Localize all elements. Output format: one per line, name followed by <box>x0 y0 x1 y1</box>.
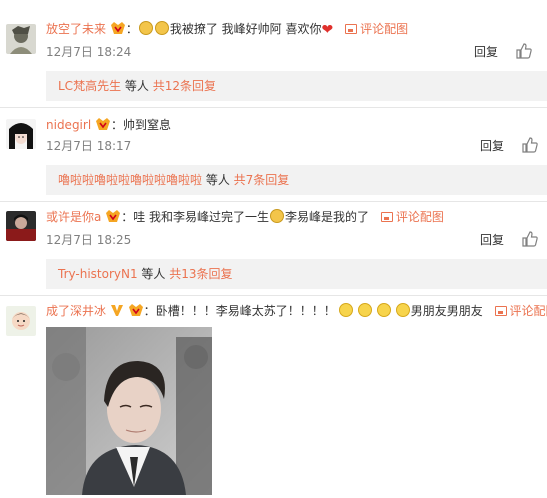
emoji-icon <box>154 21 169 35</box>
heart-icon: ❤ <box>321 22 334 38</box>
emoji-icon <box>338 303 353 317</box>
comment-photo[interactable] <box>46 327 212 495</box>
username[interactable]: 或许是你a <box>46 210 101 224</box>
comment-line: nidegirl ：帅到窒息 <box>46 116 171 136</box>
username[interactable]: 成了深井冰 <box>46 304 106 318</box>
thumb-up-icon[interactable] <box>516 43 532 59</box>
colon: ： <box>121 210 134 224</box>
emoji-icon <box>138 21 153 35</box>
avatar[interactable] <box>6 24 36 54</box>
comment-text: 帅到窒息 <box>123 118 172 132</box>
thumb-up-icon[interactable] <box>522 231 538 247</box>
comment-line: 或许是你a ：哇 我和李易峰过完了一生 李易峰是我的了 评论配图 <box>46 208 444 228</box>
comment-time: 12月7日 18:17 <box>46 139 132 153</box>
comment-text: 哇 我和李易峰过完了一生 <box>133 210 270 224</box>
picture-icon <box>345 24 358 34</box>
comment-time: 12月7日 18:24 <box>46 45 132 59</box>
sub-reply-count[interactable]: 共13条回复 <box>169 267 232 281</box>
comment-text-tail: 李易峰是我的了 <box>285 210 370 224</box>
sub-reply-count[interactable]: 共12条回复 <box>153 79 216 93</box>
comment-line: 放空了未来 ： 我被撩了 我峰好帅阿 喜欢你❤ 评论配图 <box>46 20 408 40</box>
comment-text: 卧槽！！！李易峰太苏了！！！！ <box>155 304 336 318</box>
avatar[interactable] <box>6 306 36 336</box>
vip-badge-icon <box>95 117 111 136</box>
sub-reply-mid: 等人 <box>202 173 234 187</box>
comment-time: 12月7日 18:25 <box>46 233 132 247</box>
reply-button[interactable]: 回复 <box>480 138 504 154</box>
sub-replies-box[interactable]: LC梵高先生 等人 共12条回复 <box>46 71 547 101</box>
sub-reply-user[interactable]: 嚕啦啦嚕啦啦嚕啦啦嚕啦啦 <box>58 173 202 187</box>
avatar[interactable] <box>6 211 36 241</box>
emoji-icon <box>357 303 372 317</box>
vip-badge-icon <box>110 21 126 40</box>
comment-picture-link[interactable]: 评论配图 <box>345 22 408 36</box>
reply-button[interactable]: 回复 <box>480 232 504 248</box>
divider <box>0 201 547 202</box>
picture-icon <box>494 306 507 316</box>
sub-replies-box[interactable]: 嚕啦啦嚕啦啦嚕啦啦嚕啦啦 等人 共7条回复 <box>46 165 547 195</box>
sub-reply-user[interactable]: Try-historyN1 <box>58 267 138 281</box>
username[interactable]: nidegirl <box>46 118 91 132</box>
emoji-icon <box>395 303 410 317</box>
colon: ： <box>143 304 156 318</box>
colon: ： <box>111 118 124 132</box>
divider <box>0 295 547 296</box>
avatar[interactable] <box>6 119 36 149</box>
reply-button[interactable]: 回复 <box>474 44 498 60</box>
thumb-up-icon[interactable] <box>522 137 538 153</box>
emoji-icon <box>376 303 391 317</box>
comment-text: 我被撩了 我峰好帅阿 喜欢你 <box>169 22 322 36</box>
emoji-icon <box>270 209 285 223</box>
vip-badge-icon <box>128 303 144 322</box>
comment-picture-link[interactable]: 评论配图 <box>494 304 547 318</box>
colon: ： <box>125 22 138 36</box>
vip-badge-icon <box>105 209 121 228</box>
divider <box>0 107 547 108</box>
sub-reply-user[interactable]: LC梵高先生 <box>58 79 121 93</box>
sub-reply-mid: 等人 <box>121 79 153 93</box>
comment-line: 成了深井冰 ：卧槽！！！李易峰太苏了！！！！ 男朋友男朋友 评论配图 <box>46 302 547 322</box>
sub-reply-mid: 等人 <box>137 267 170 281</box>
verified-v-icon <box>110 303 124 322</box>
sub-reply-count[interactable]: 共7条回复 <box>234 173 290 187</box>
sub-replies-box[interactable]: Try-historyN1 等人 共13条回复 <box>46 259 547 289</box>
username[interactable]: 放空了未来 <box>46 22 106 36</box>
comment-text-tail: 男朋友男朋友 <box>410 304 483 318</box>
comment-picture-link[interactable]: 评论配图 <box>380 210 444 224</box>
picture-icon <box>380 212 393 222</box>
